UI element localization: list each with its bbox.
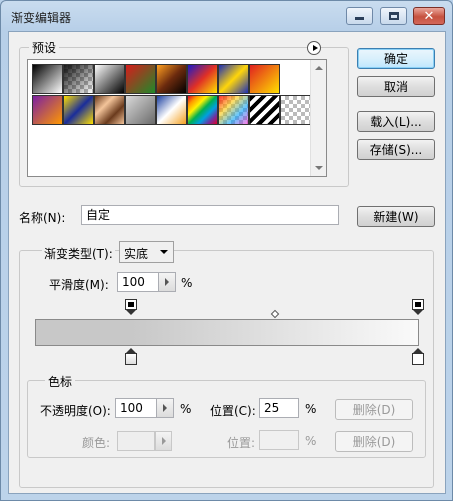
preset-swatch[interactable] bbox=[125, 64, 156, 94]
color-location-unit: % bbox=[305, 434, 317, 448]
preset-swatch[interactable] bbox=[94, 64, 125, 94]
location-input[interactable]: 25 bbox=[259, 398, 299, 418]
stops-legend: 色标 bbox=[45, 373, 76, 390]
color-stop-left[interactable] bbox=[125, 348, 137, 365]
opacity-unit: % bbox=[180, 402, 192, 416]
color-menu-button[interactable] bbox=[155, 431, 172, 451]
smoothness-label: 平滑度(M): bbox=[49, 278, 109, 292]
preset-swatch[interactable] bbox=[63, 95, 94, 125]
presets-menu-button[interactable] bbox=[307, 41, 321, 55]
preset-swatch[interactable] bbox=[187, 64, 218, 94]
gradient-type-value: 实底 bbox=[124, 247, 149, 261]
preset-swatch[interactable] bbox=[156, 95, 187, 125]
preset-swatch[interactable] bbox=[218, 95, 249, 125]
smoothness-unit: % bbox=[181, 276, 193, 290]
gradient-type-label: 渐变类型(T): bbox=[42, 245, 115, 262]
preset-swatch[interactable] bbox=[249, 95, 280, 125]
preset-swatch[interactable] bbox=[156, 64, 187, 94]
name-label: 名称(N): bbox=[19, 211, 66, 225]
cancel-button[interactable]: 取消 bbox=[357, 76, 435, 97]
new-button[interactable]: 新建(W) bbox=[357, 206, 435, 227]
dialog-body: 预设 确定 取消 载入(L)... 存储(S)... 名称(N): 自定 新建(… bbox=[8, 31, 446, 494]
arrow-right-icon bbox=[312, 45, 318, 51]
scroll-up-icon[interactable] bbox=[315, 66, 323, 70]
location-label: 位置(C): bbox=[210, 404, 256, 418]
preset-swatch[interactable] bbox=[32, 95, 63, 125]
maximize-icon bbox=[388, 12, 399, 20]
save-button[interactable]: 存储(S)... bbox=[357, 139, 435, 160]
preset-swatch[interactable] bbox=[32, 64, 63, 94]
location-unit: % bbox=[305, 402, 317, 416]
color-stop-right[interactable] bbox=[412, 348, 424, 365]
arrow-right-icon bbox=[161, 437, 166, 445]
presets-legend: 预设 bbox=[29, 39, 60, 56]
gradient-type-select[interactable]: 实底 bbox=[119, 241, 174, 263]
preset-swatch[interactable] bbox=[125, 95, 156, 125]
minimize-icon bbox=[355, 17, 364, 20]
scroll-down-icon[interactable] bbox=[315, 166, 323, 170]
preset-swatch[interactable] bbox=[63, 64, 94, 94]
presets-scrollbar[interactable] bbox=[310, 60, 326, 176]
smoothness-stepper[interactable] bbox=[159, 272, 176, 292]
delete-color-stop-button[interactable]: 删除(D) bbox=[335, 431, 413, 452]
preset-swatch[interactable] bbox=[218, 64, 249, 94]
opacity-stepper[interactable] bbox=[157, 398, 174, 418]
arrow-right-icon bbox=[163, 404, 167, 412]
color-label: 颜色: bbox=[82, 436, 111, 450]
preset-swatch[interactable] bbox=[280, 95, 311, 125]
chevron-down-icon bbox=[160, 250, 168, 254]
color-swatch[interactable] bbox=[117, 431, 155, 451]
minimize-button[interactable] bbox=[346, 7, 373, 25]
gradient-editor-window: 渐变编辑器 ✕ 预设 确定 取消 载入(L)... 存储(S)... 名称(N)… bbox=[0, 0, 453, 501]
gradient-preview-bar[interactable] bbox=[35, 319, 419, 346]
preset-swatch[interactable] bbox=[187, 95, 218, 125]
presets-list[interactable] bbox=[27, 59, 327, 177]
load-button[interactable]: 载入(L)... bbox=[357, 111, 435, 132]
close-icon: ✕ bbox=[423, 8, 435, 24]
color-location-label: 位置: bbox=[227, 436, 256, 450]
color-location-input[interactable] bbox=[259, 430, 299, 450]
opacity-input[interactable]: 100 bbox=[115, 398, 157, 418]
opacity-label: 不透明度(O): bbox=[40, 404, 111, 418]
close-button[interactable]: ✕ bbox=[413, 7, 445, 25]
opacity-stop-left[interactable] bbox=[125, 299, 137, 316]
maximize-button[interactable] bbox=[380, 7, 407, 25]
name-input[interactable]: 自定 bbox=[81, 205, 339, 225]
preset-swatch[interactable] bbox=[94, 95, 125, 125]
preset-swatch[interactable] bbox=[249, 64, 280, 94]
window-title: 渐变编辑器 bbox=[11, 11, 72, 25]
delete-opacity-stop-button[interactable]: 删除(D) bbox=[335, 399, 413, 420]
opacity-stop-right[interactable] bbox=[412, 299, 424, 316]
ok-button[interactable]: 确定 bbox=[357, 48, 435, 69]
arrow-right-icon bbox=[165, 278, 169, 286]
smoothness-input[interactable]: 100 bbox=[117, 272, 159, 292]
